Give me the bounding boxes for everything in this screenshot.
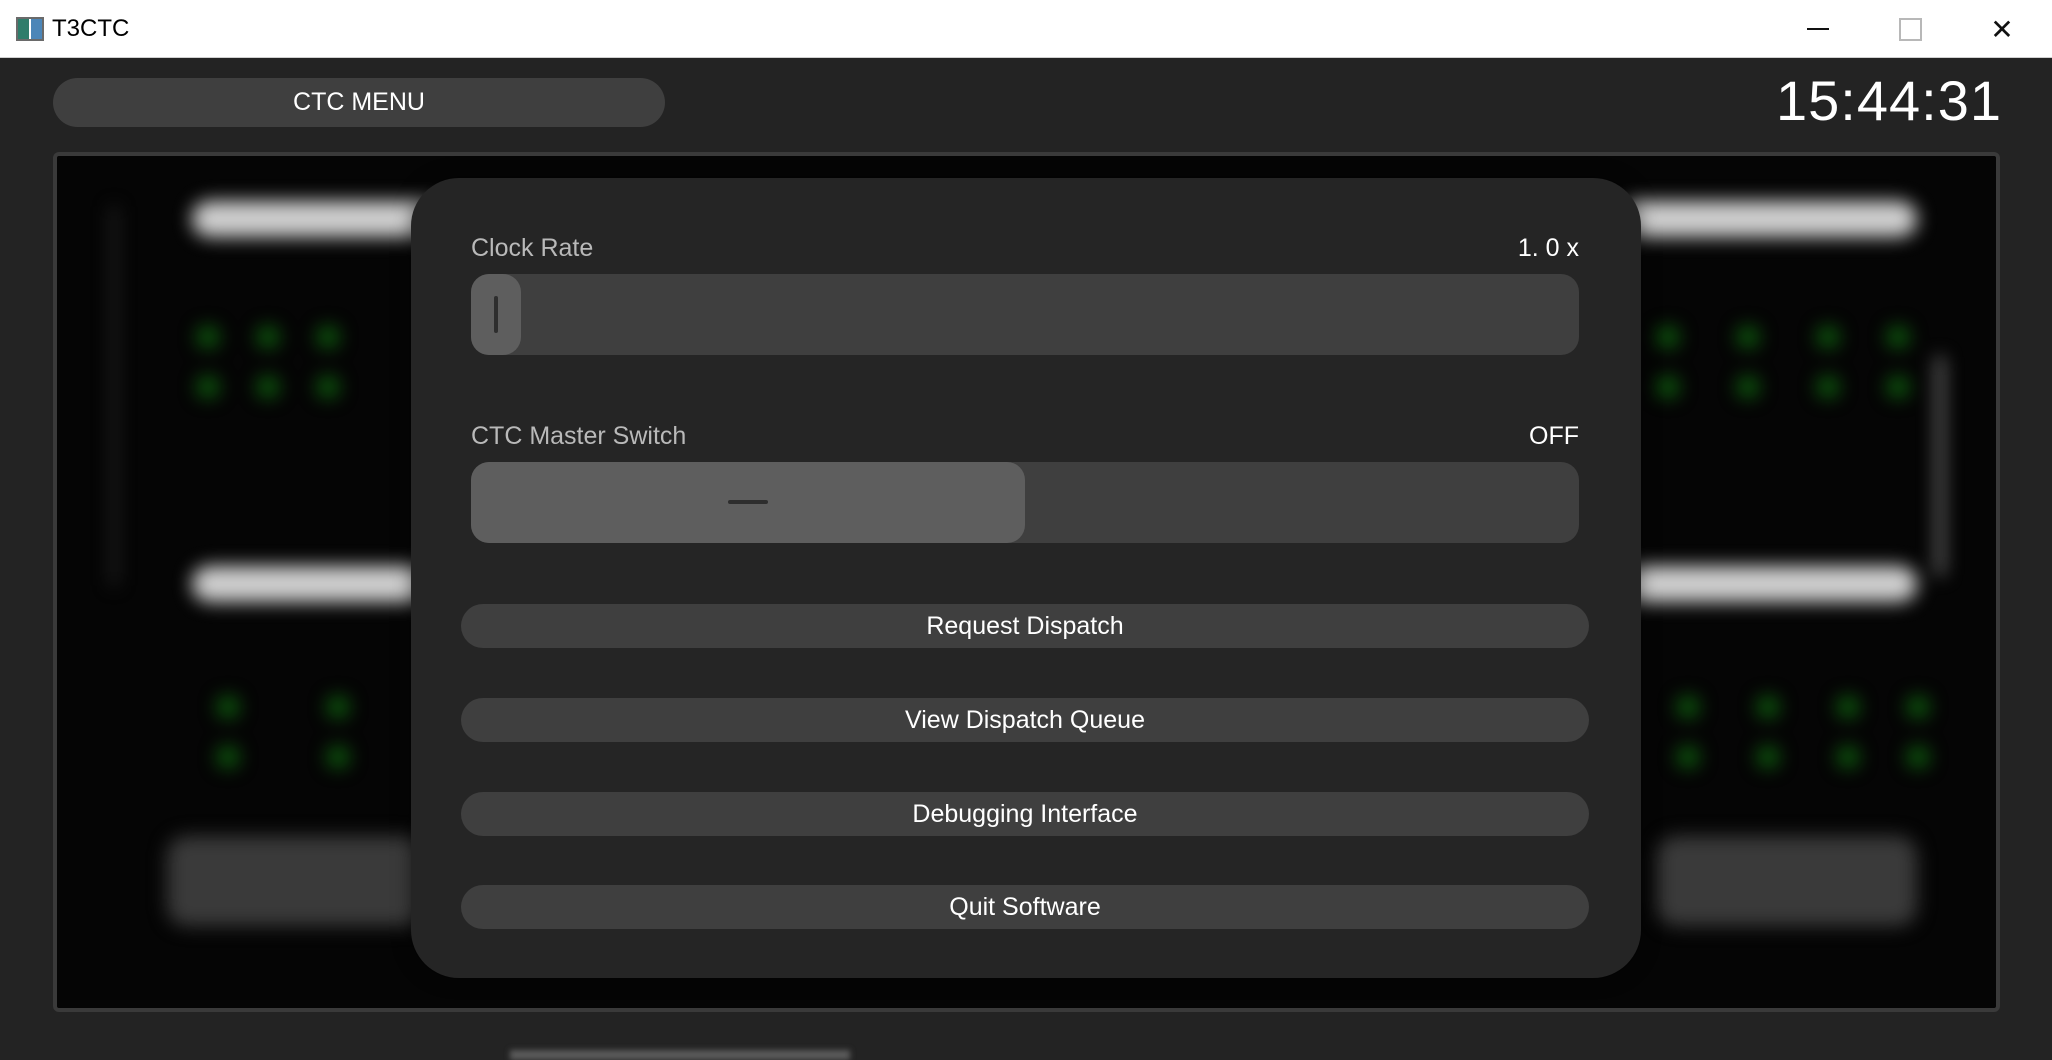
- blurred-signal: [1757, 746, 1779, 768]
- master-switch-handle[interactable]: [471, 462, 1025, 543]
- blurred-signal: [1817, 376, 1839, 398]
- clock-display: 15:44:31: [1776, 69, 2002, 132]
- slider-grip-icon: [494, 296, 498, 333]
- blurred-signal: [197, 326, 219, 348]
- quit-software-button[interactable]: Quit Software: [461, 885, 1589, 929]
- blurred-signal: [257, 376, 279, 398]
- blurred-signal: [1887, 376, 1909, 398]
- blurred-signal: [1657, 326, 1679, 348]
- blurred-signal: [217, 746, 239, 768]
- request-dispatch-button[interactable]: Request Dispatch: [461, 604, 1589, 648]
- app-icon: [16, 17, 44, 41]
- blurred-block: [1617, 201, 1917, 237]
- master-switch-toggle[interactable]: [471, 462, 1579, 543]
- blurred-signal: [1887, 326, 1909, 348]
- clock-rate-label: Clock Rate: [471, 234, 594, 262]
- ctc-menu-dialog: Clock Rate 1. 0 x CTC Master Switch OFF …: [411, 178, 1641, 978]
- blurred-signal: [1837, 746, 1859, 768]
- blurred-signal: [317, 376, 339, 398]
- blurred-signal: [1737, 326, 1759, 348]
- blurred-signal: [1677, 746, 1699, 768]
- blurred-signal: [217, 696, 239, 718]
- blurred-line: [112, 206, 116, 586]
- blurred-signal: [257, 326, 279, 348]
- maximize-icon: [1898, 17, 1922, 41]
- maximize-button[interactable]: [1864, 0, 1956, 58]
- clock-rate-slider[interactable]: [471, 274, 1579, 355]
- switch-grip-icon: [728, 500, 768, 504]
- blurred-signal: [1737, 376, 1759, 398]
- blurred-signal: [327, 696, 349, 718]
- minimize-button[interactable]: [1772, 0, 1864, 58]
- master-switch-state: OFF: [1529, 422, 1579, 450]
- close-button[interactable]: ✕: [1956, 0, 2048, 58]
- blurred-line: [1937, 356, 1943, 576]
- blurred-signal: [317, 326, 339, 348]
- debugging-interface-button[interactable]: Debugging Interface: [461, 792, 1589, 836]
- blurred-block: [1657, 836, 1917, 926]
- minimize-icon: [1807, 28, 1829, 30]
- clock-rate-slider-handle[interactable]: [471, 274, 521, 355]
- blurred-signal: [1757, 696, 1779, 718]
- blurred-signal: [1657, 376, 1679, 398]
- blurred-block: [167, 836, 427, 926]
- clock-rate-value: 1. 0 x: [1517, 234, 1579, 262]
- master-switch-label: CTC Master Switch: [471, 422, 687, 450]
- blurred-signal: [1677, 696, 1699, 718]
- ctc-menu-button[interactable]: CTC MENU: [53, 78, 665, 127]
- window-title: T3CTC: [52, 15, 130, 42]
- blurred-signal: [1837, 696, 1859, 718]
- close-icon: ✕: [1990, 13, 2014, 45]
- view-dispatch-queue-button[interactable]: View Dispatch Queue: [461, 698, 1589, 742]
- blurred-footer-text: [510, 1050, 850, 1060]
- blurred-block: [1617, 566, 1917, 602]
- blurred-block: [192, 566, 432, 602]
- blurred-signal: [1817, 326, 1839, 348]
- blurred-signal: [327, 746, 349, 768]
- blurred-signal: [1907, 746, 1929, 768]
- blurred-signal: [1907, 696, 1929, 718]
- window-titlebar: T3CTC ✕: [0, 0, 2052, 58]
- blurred-signal: [197, 376, 219, 398]
